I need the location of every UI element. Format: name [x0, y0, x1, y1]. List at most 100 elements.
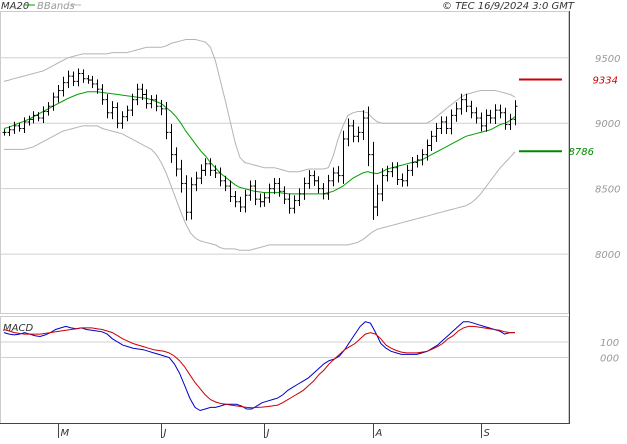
target-high-label: 9334 — [593, 76, 618, 87]
source-stamp: © TEC 16/9/2024 3:0 GMT — [442, 1, 575, 12]
ohlc-bar — [371, 141, 376, 220]
ohlc-bar — [513, 100, 518, 126]
ohlc-bar — [253, 180, 258, 206]
bb-lower-line — [4, 125, 516, 251]
x-tick-labels: MJJAS — [58, 423, 491, 439]
ohlc-bar — [508, 113, 513, 131]
ohlc-bar — [179, 159, 184, 193]
ma20-line — [3, 91, 516, 195]
ohlc-bar — [125, 105, 130, 122]
ohlc-bar — [56, 85, 61, 103]
ohlc-bar — [454, 102, 459, 122]
ohlc-bar — [361, 110, 366, 141]
macd-title: MACD — [3, 323, 33, 334]
ohlc-bar — [90, 75, 95, 89]
ohlc-bar — [331, 167, 336, 187]
ohlc-bar — [410, 157, 415, 176]
ohlc-bar — [135, 83, 140, 106]
ohlc-bar — [326, 174, 331, 200]
macd-y-tick-label: 000 — [600, 354, 619, 365]
legend-bbands: BBands — [37, 1, 75, 12]
ohlc-bar — [105, 94, 110, 119]
x-tick-label: J — [265, 428, 270, 439]
price-y-tick-label: 8500 — [595, 185, 620, 196]
price-y-tick-label: 8000 — [595, 250, 620, 261]
ohlc-bar — [154, 94, 159, 112]
ohlc-bar — [164, 101, 169, 140]
ohlc-bar — [100, 84, 105, 105]
ohlc-bar — [267, 183, 272, 203]
macd-line — [3, 321, 515, 412]
legend-ma20: MA20 — [1, 1, 29, 12]
ohlc-bar — [346, 118, 351, 147]
ohlc-bar — [277, 177, 282, 197]
ohlc-bar — [341, 130, 346, 184]
ohlc-bar — [287, 193, 292, 214]
bb-upper-line — [3, 39, 516, 173]
ohlc-bar — [316, 176, 321, 194]
ohlc-bar — [228, 180, 233, 203]
ma20-polyline — [3, 91, 516, 195]
ohlc-bar — [258, 193, 263, 208]
ohlc-bar — [203, 158, 208, 176]
ohlc-bar — [493, 104, 498, 124]
ohlc-bar — [464, 93, 469, 113]
ohlc-bar — [76, 68, 81, 87]
price-panel-frame — [0, 11, 569, 314]
ohlc-bar — [429, 130, 434, 151]
ohlc-bar — [27, 115, 32, 126]
ohlc-bars — [2, 68, 518, 221]
ohlc-bar — [434, 122, 439, 142]
ohlc-bar — [120, 111, 125, 129]
ohlc-bar — [184, 175, 189, 221]
ohlc-bar — [356, 126, 361, 143]
ohlc-bar — [405, 164, 410, 187]
ohlc-bar — [86, 75, 91, 84]
grid-layer — [0, 57, 569, 359]
ohlc-bar — [375, 184, 380, 217]
ohlc-bar — [22, 117, 27, 134]
ohlc-bar — [474, 107, 479, 124]
ohlc-bar — [66, 70, 71, 89]
ohlc-bar — [444, 116, 449, 134]
ohlc-bar — [297, 188, 302, 206]
ohlc-bar — [479, 112, 484, 132]
ohlc-bar — [81, 69, 86, 83]
ohlc-bar — [233, 191, 238, 208]
ohlc-bar — [498, 104, 503, 119]
ohlc-bar — [262, 192, 267, 207]
ohlc-bar — [449, 109, 454, 135]
ohlc-bar — [459, 93, 464, 115]
ohlc-bar — [115, 102, 120, 129]
ohlc-bar — [312, 170, 317, 186]
chart-svg: 9334 8786 8000 8500 9000 9500 100 000 M J J A S MA… — [0, 1, 620, 439]
ohlc-bar — [199, 164, 204, 185]
ohlc-bar — [238, 196, 243, 213]
y-tick-labels: 8000 8500 9000 9500 100 000 — [595, 54, 620, 365]
ohlc-bar — [71, 71, 76, 86]
price-y-tick-label: 9500 — [595, 54, 620, 65]
chart-root: 9334 8786 8000 8500 9000 9500 100 000 M J J A S MA… — [0, 0, 627, 440]
macd-y-tick-label: 100 — [600, 338, 619, 349]
ohlc-bar — [307, 170, 312, 189]
price-y-tick-label: 9000 — [595, 119, 620, 130]
ohlc-bar — [169, 124, 174, 163]
ohlc-bar — [213, 165, 218, 179]
x-tick-label: M — [61, 428, 70, 439]
macd-panel-frame — [0, 316, 569, 424]
ohlc-bar — [420, 149, 425, 166]
ohlc-bar — [159, 99, 164, 116]
ohlc-bar — [390, 162, 395, 178]
ohlc-bar — [503, 107, 508, 130]
ohlc-bar — [61, 76, 66, 97]
ohlc-bar — [17, 122, 22, 132]
ohlc-bar — [336, 166, 341, 183]
ohlc-bar — [400, 173, 405, 187]
bollinger-bands — [3, 39, 516, 251]
ohlc-bar — [321, 183, 326, 200]
ohlc-bar — [2, 129, 7, 136]
x-tick-label: S — [484, 428, 491, 439]
x-tick-label: A — [375, 428, 383, 439]
ohlc-bar — [292, 195, 297, 214]
ohlc-bar — [149, 95, 154, 109]
